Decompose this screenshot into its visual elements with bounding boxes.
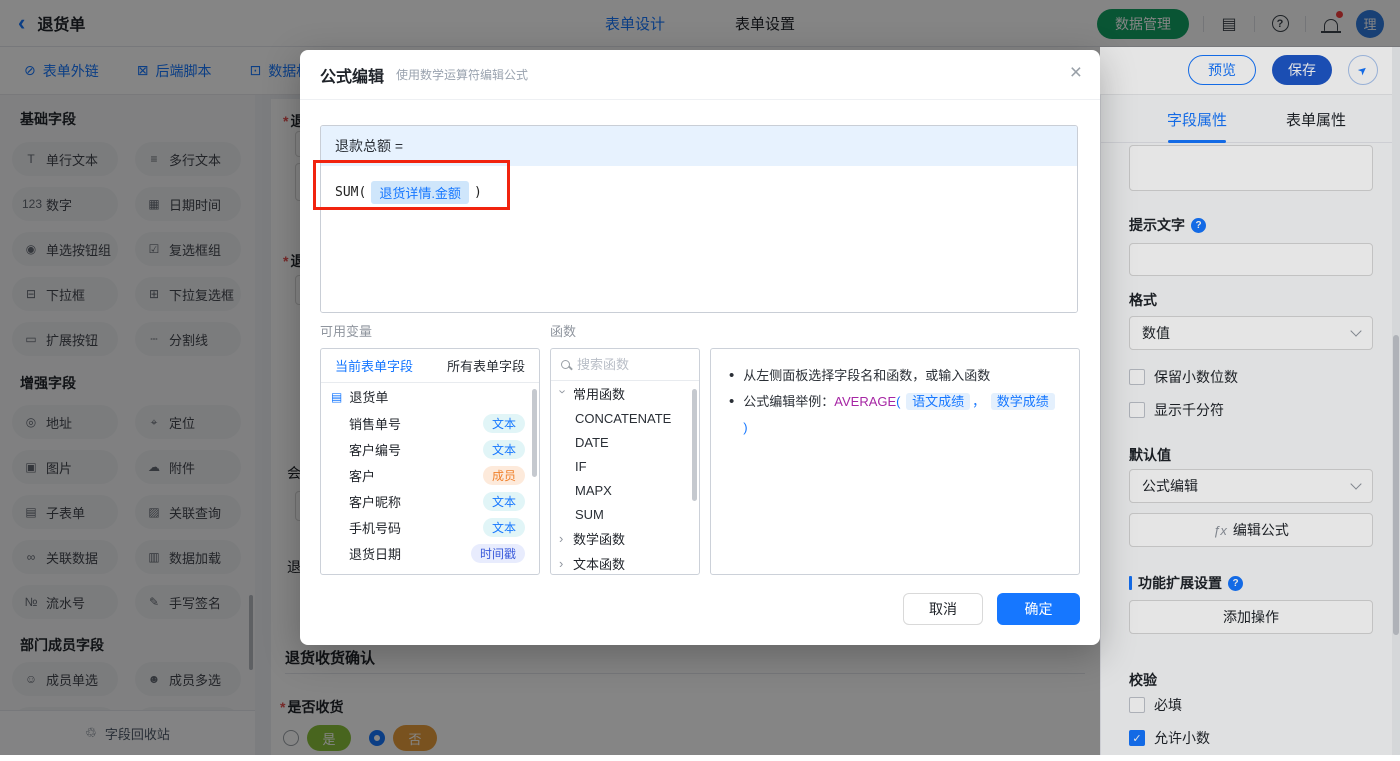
- function-item[interactable]: CONCATENATE: [551, 406, 699, 430]
- field-type-badge: 文本: [482, 413, 525, 433]
- variable-field-name: 客户编号: [349, 442, 402, 458]
- form-file-icon: ▤: [331, 389, 343, 404]
- search-icon: [561, 360, 570, 369]
- caret-down-icon: ›: [555, 389, 571, 394]
- functions-scrollbar[interactable]: [692, 389, 697, 501]
- function-search-input[interactable]: [577, 357, 677, 372]
- caret-right-icon: ›: [559, 531, 564, 546]
- help-line-2: • 公式编辑举例：AVERAGE( 语文成绩， 数学成绩 ): [729, 389, 1061, 441]
- variable-field-row[interactable]: 退货日期 时间戳: [321, 540, 539, 566]
- variable-field-row[interactable]: 客户 成员: [321, 462, 539, 488]
- help-line-1: • 从左侧面板选择字段名和函数，或输入函数: [729, 367, 991, 384]
- field-type-badge: 文本: [482, 491, 525, 511]
- formula-function-open: SUM(: [335, 185, 367, 200]
- modal-footer: 取消 确定: [903, 593, 1080, 625]
- modal-overlay-light: [1100, 47, 1400, 755]
- field-type-badge: 时间戳: [470, 543, 525, 563]
- variable-field-name: 客户: [349, 468, 376, 484]
- function-group-math[interactable]: › 数学函数: [551, 526, 699, 551]
- variable-field-name: 退货日期: [349, 546, 402, 562]
- tab-current-form-fields[interactable]: 当前表单字段: [335, 356, 413, 375]
- variable-field-row[interactable]: 客户编号 文本: [321, 436, 539, 462]
- help-panel: • 从左侧面板选择字段名和函数，或输入函数 • 公式编辑举例：AVERAGE( …: [710, 348, 1080, 575]
- field-type-badge: 文本: [482, 517, 525, 537]
- formula-input-area[interactable]: SUM( 退货详情.金额 ): [321, 166, 1077, 312]
- variable-field-row[interactable]: 客户昵称 文本: [321, 488, 539, 514]
- variable-field-row[interactable]: 销售单号 文本: [321, 410, 539, 436]
- field-type-badge: 成员: [482, 465, 525, 485]
- function-item[interactable]: SUM: [551, 502, 699, 526]
- formula-editor: 退款总额 = SUM( 退货详情.金额 ): [320, 125, 1078, 313]
- cancel-button[interactable]: 取消: [903, 593, 983, 625]
- field-type-badge: 文本: [482, 439, 525, 459]
- modal-overlay: [0, 0, 1400, 47]
- function-search: [551, 349, 699, 381]
- function-item[interactable]: DATE: [551, 430, 699, 454]
- example-function-name: AVERAGE: [834, 394, 897, 409]
- variables-root-node[interactable]: ▤ 退货单: [321, 383, 539, 410]
- modal-subtitle: 使用数学运算符编辑公式: [396, 68, 529, 82]
- example-field-chip: 语文成绩: [906, 393, 971, 410]
- confirm-button[interactable]: 确定: [997, 593, 1080, 625]
- function-item[interactable]: IF: [551, 454, 699, 478]
- close-icon[interactable]: ×: [1070, 62, 1082, 83]
- modal-title: 公式编辑: [320, 68, 385, 86]
- function-group-common[interactable]: › 常用函数: [551, 381, 699, 406]
- formula-field-token[interactable]: 退货详情.金额: [371, 181, 469, 204]
- modal-header: 公式编辑 使用数学运算符编辑公式 ×: [300, 50, 1100, 100]
- variables-label: 可用变量: [320, 324, 373, 339]
- variable-field-name: 手机号码: [349, 520, 402, 536]
- formula-target: 退款总额 =: [321, 126, 1077, 166]
- tab-all-form-fields[interactable]: 所有表单字段: [447, 356, 525, 375]
- variable-field-row[interactable]: 手机号码 文本: [321, 514, 539, 540]
- variables-tabs: 当前表单字段 所有表单字段: [321, 349, 539, 383]
- variable-field-name: 销售单号: [349, 416, 402, 432]
- function-group-text[interactable]: › 文本函数: [551, 551, 699, 574]
- variables-panel: 当前表单字段 所有表单字段 ▤ 退货单 销售单号 文本 客户编号 文本 客户 成…: [320, 348, 540, 575]
- functions-panel: › 常用函数 CONCATENATEDATEIFMAPXSUM › 数学函数 ›…: [550, 348, 700, 575]
- formula-edit-modal: 公式编辑 使用数学运算符编辑公式 × 退款总额 = SUM( 退货详情.金额 )…: [300, 50, 1100, 645]
- example-field-chip: 数学成绩: [990, 393, 1055, 410]
- formula-function-close: ): [473, 185, 482, 200]
- caret-right-icon: ›: [559, 556, 564, 571]
- function-item[interactable]: MAPX: [551, 478, 699, 502]
- variables-scrollbar[interactable]: [532, 389, 537, 477]
- functions-label: 函数: [550, 324, 577, 339]
- variable-field-name: 客户昵称: [349, 494, 402, 510]
